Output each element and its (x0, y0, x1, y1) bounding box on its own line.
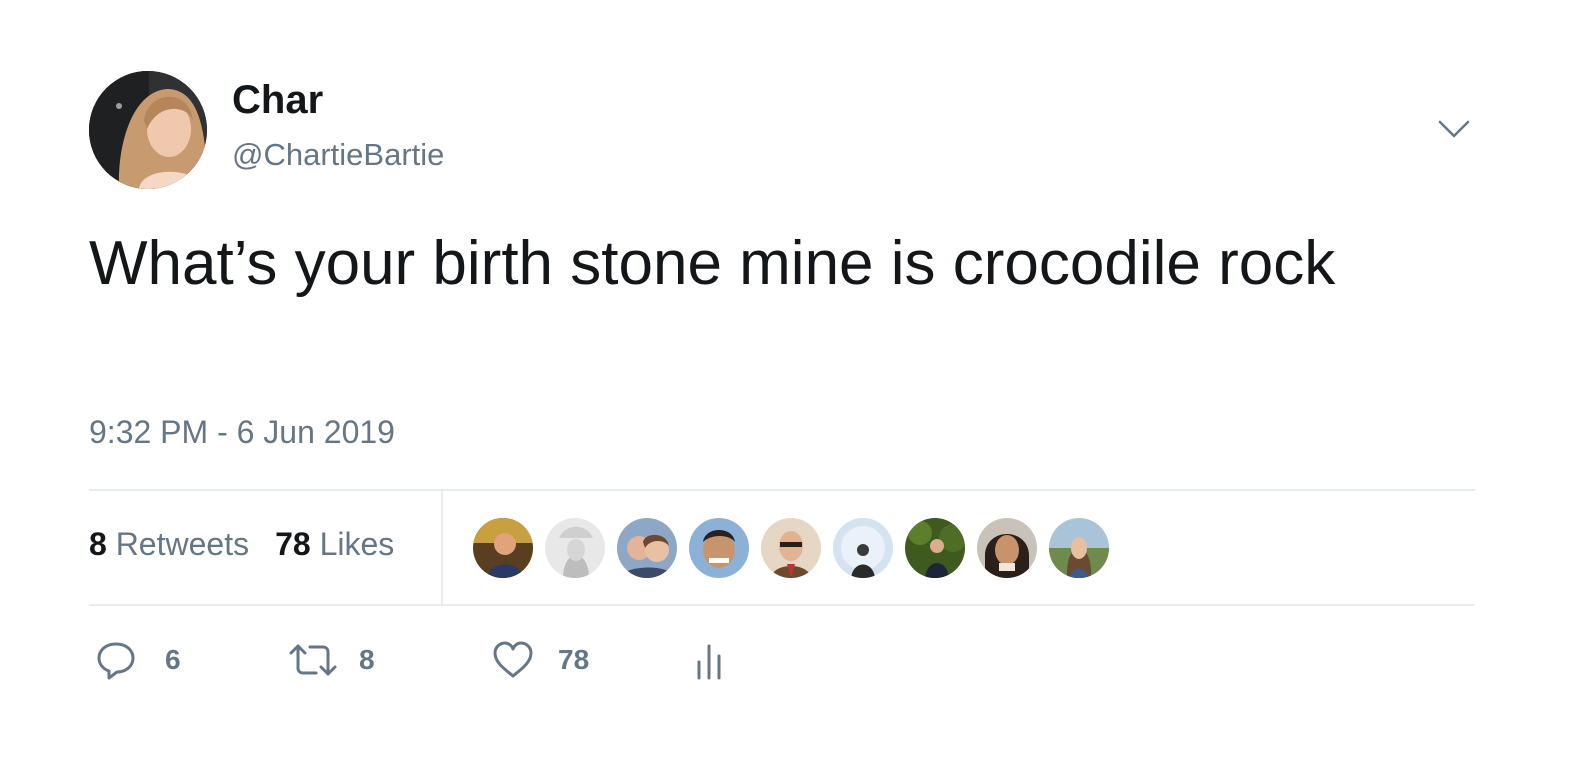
author-handle[interactable]: @ChartieBartie (232, 137, 444, 173)
tweet-text: What’s your birth stone mine is crocodil… (89, 229, 1336, 298)
liker-avatar[interactable] (977, 518, 1037, 578)
liker-avatar[interactable] (833, 518, 893, 578)
tweet-stats: 8 Retweets 78 Likes (89, 526, 394, 563)
like-button[interactable]: 78 (492, 638, 589, 682)
author-avatar-image (89, 71, 207, 189)
reply-icon (97, 642, 135, 680)
likes-stat-label: Likes (319, 526, 395, 562)
retweet-icon (289, 644, 337, 676)
divider (89, 604, 1475, 606)
divider (89, 489, 1475, 491)
chevron-down-icon[interactable] (1436, 116, 1472, 142)
liker-avatars (473, 518, 1109, 578)
liker-avatar[interactable] (1049, 518, 1109, 578)
analytics-icon (697, 644, 721, 680)
liker-avatar[interactable] (761, 518, 821, 578)
author-avatar[interactable] (89, 71, 207, 189)
analytics-button[interactable] (695, 638, 725, 682)
like-count: 78 (558, 644, 590, 675)
reply-button[interactable]: 6 (95, 638, 181, 682)
reply-count: 6 (165, 644, 181, 675)
liker-avatar[interactable] (545, 518, 605, 578)
retweets-stat-label: Retweets (115, 526, 250, 562)
liker-avatar[interactable] (473, 518, 533, 578)
retweets-stat-count: 8 (89, 526, 107, 562)
likes-stat[interactable]: 78 Likes (275, 526, 394, 563)
heart-icon (493, 641, 533, 678)
divider (441, 491, 443, 604)
likes-stat-count: 78 (275, 526, 311, 562)
retweets-stat[interactable]: 8 Retweets (89, 526, 249, 563)
liker-avatar[interactable] (905, 518, 965, 578)
retweet-count: 8 (359, 644, 375, 675)
retweet-button[interactable]: 8 (289, 638, 375, 682)
liker-avatar[interactable] (689, 518, 749, 578)
tweet-timestamp[interactable]: 9:32 PM - 6 Jun 2019 (89, 414, 395, 451)
author-display-name[interactable]: Char (232, 78, 323, 123)
liker-avatar[interactable] (617, 518, 677, 578)
